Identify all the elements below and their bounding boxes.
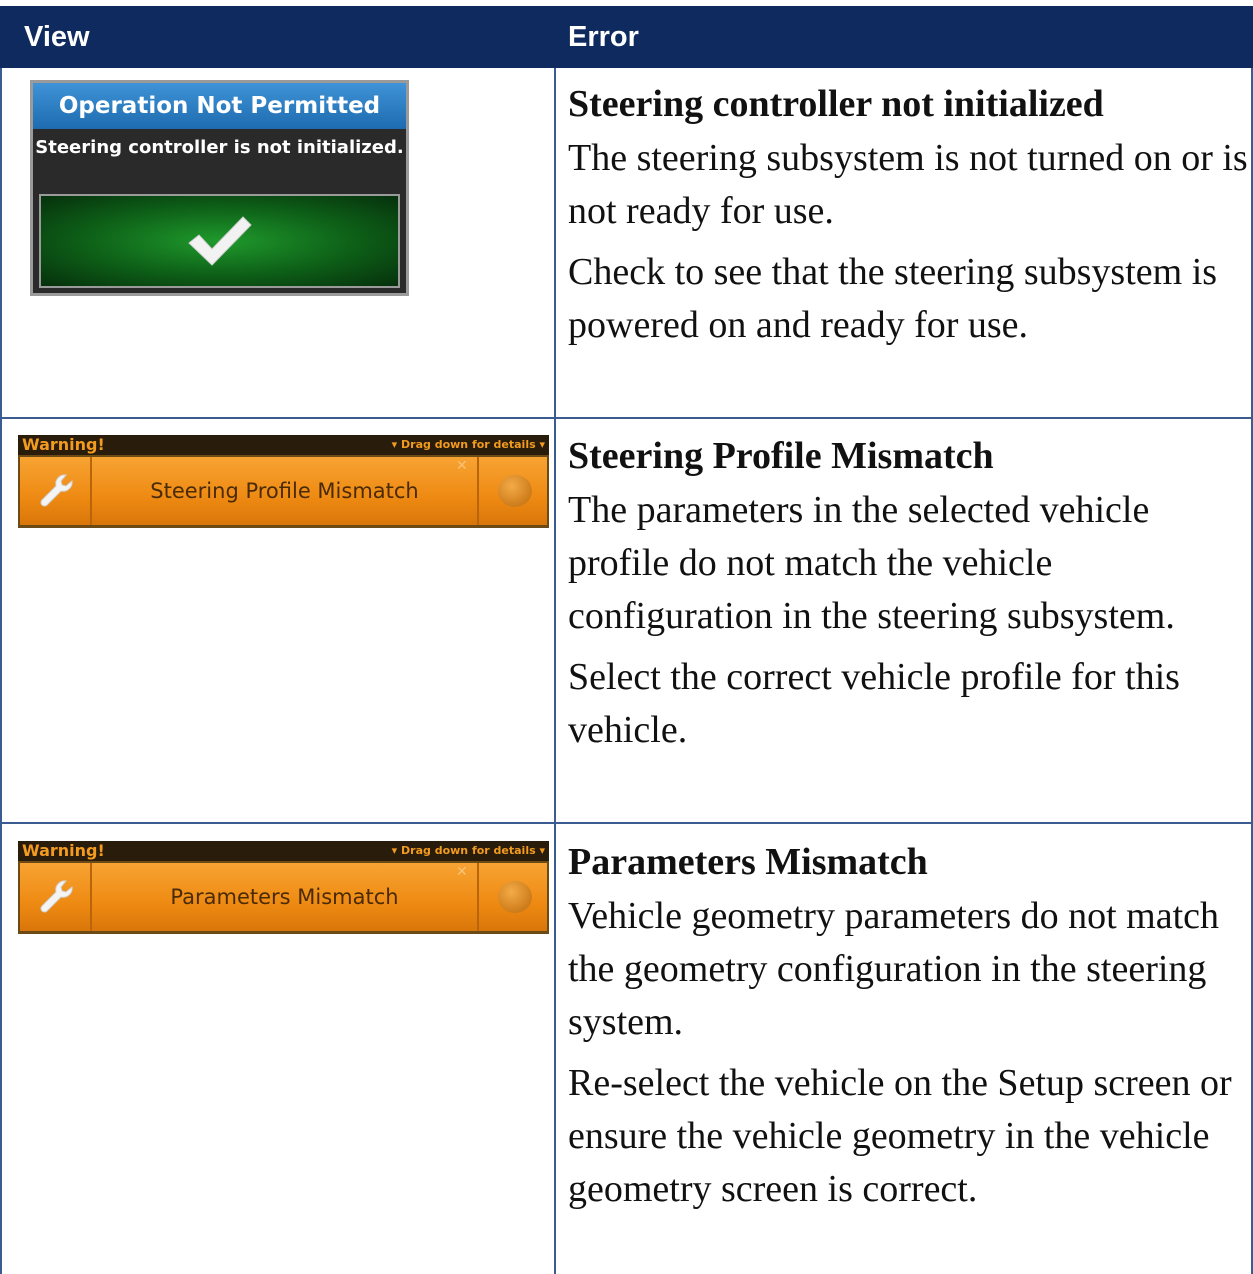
error-action: Select the correct vehicle profile for t… bbox=[568, 656, 1180, 751]
row-divider bbox=[0, 822, 1253, 824]
error-description: Vehicle geometry parameters do not match… bbox=[568, 895, 1220, 1043]
table-border-middle bbox=[554, 68, 556, 1274]
error-entry: Parameters Mismatch Vehicle geometry par… bbox=[568, 834, 1248, 1224]
close-icon[interactable]: ✕ bbox=[456, 459, 468, 473]
warning-header[interactable]: Warning! ▾ Drag down for details ▾ bbox=[18, 435, 549, 455]
dialog-message: Steering controller is not initialized. bbox=[35, 137, 404, 158]
warning-title: Warning! bbox=[22, 435, 105, 454]
warning-body: Parameters Mismatch ✕ bbox=[20, 863, 547, 931]
dialog-body: Steering controller is not initialized. bbox=[33, 129, 406, 293]
checkmark-icon bbox=[187, 216, 252, 266]
wrench-icon[interactable] bbox=[36, 471, 76, 511]
close-icon[interactable]: ✕ bbox=[456, 865, 468, 879]
table-header: View Error bbox=[0, 6, 1253, 68]
warning-header[interactable]: Warning! ▾ Drag down for details ▾ bbox=[18, 841, 549, 861]
error-entry: Steering controller not initialized The … bbox=[568, 76, 1248, 360]
error-title: Parameters Mismatch bbox=[568, 841, 928, 883]
row-divider bbox=[0, 417, 1253, 419]
dialog-title: Operation Not Permitted bbox=[33, 83, 406, 129]
error-action: Check to see that the steering subsystem… bbox=[568, 251, 1218, 346]
separator bbox=[477, 457, 479, 525]
error-description: The parameters in the selected vehicle p… bbox=[568, 489, 1175, 637]
error-title: Steering controller not initialized bbox=[568, 83, 1104, 125]
warning-bar: Warning! ▾ Drag down for details ▾ Steer… bbox=[18, 435, 549, 528]
header-view: View bbox=[24, 21, 90, 53]
error-title: Steering Profile Mismatch bbox=[568, 435, 994, 477]
error-action: Re-select the vehicle on the Setup scree… bbox=[568, 1062, 1232, 1210]
warning-title: Warning! bbox=[22, 841, 105, 860]
drag-hint: ▾ Drag down for details ▾ bbox=[391, 438, 545, 451]
header-error: Error bbox=[568, 21, 639, 53]
ok-button[interactable] bbox=[39, 194, 400, 288]
error-description: The steering subsystem is not turned on … bbox=[568, 137, 1248, 232]
warning-bar: Warning! ▾ Drag down for details ▾ Param… bbox=[18, 841, 549, 934]
separator bbox=[477, 863, 479, 931]
drag-hint: ▾ Drag down for details ▾ bbox=[391, 844, 545, 857]
warning-body: Steering Profile Mismatch ✕ bbox=[20, 457, 547, 525]
acknowledge-button[interactable] bbox=[498, 475, 532, 507]
acknowledge-button[interactable] bbox=[498, 881, 532, 913]
error-entry: Steering Profile Mismatch The parameters… bbox=[568, 428, 1248, 765]
table-border-left bbox=[0, 68, 2, 1274]
wrench-icon[interactable] bbox=[36, 877, 76, 917]
operation-not-permitted-dialog: Operation Not Permitted Steering control… bbox=[30, 80, 409, 296]
warning-message: Steering Profile Mismatch bbox=[150, 479, 419, 503]
warning-message: Parameters Mismatch bbox=[170, 885, 399, 909]
